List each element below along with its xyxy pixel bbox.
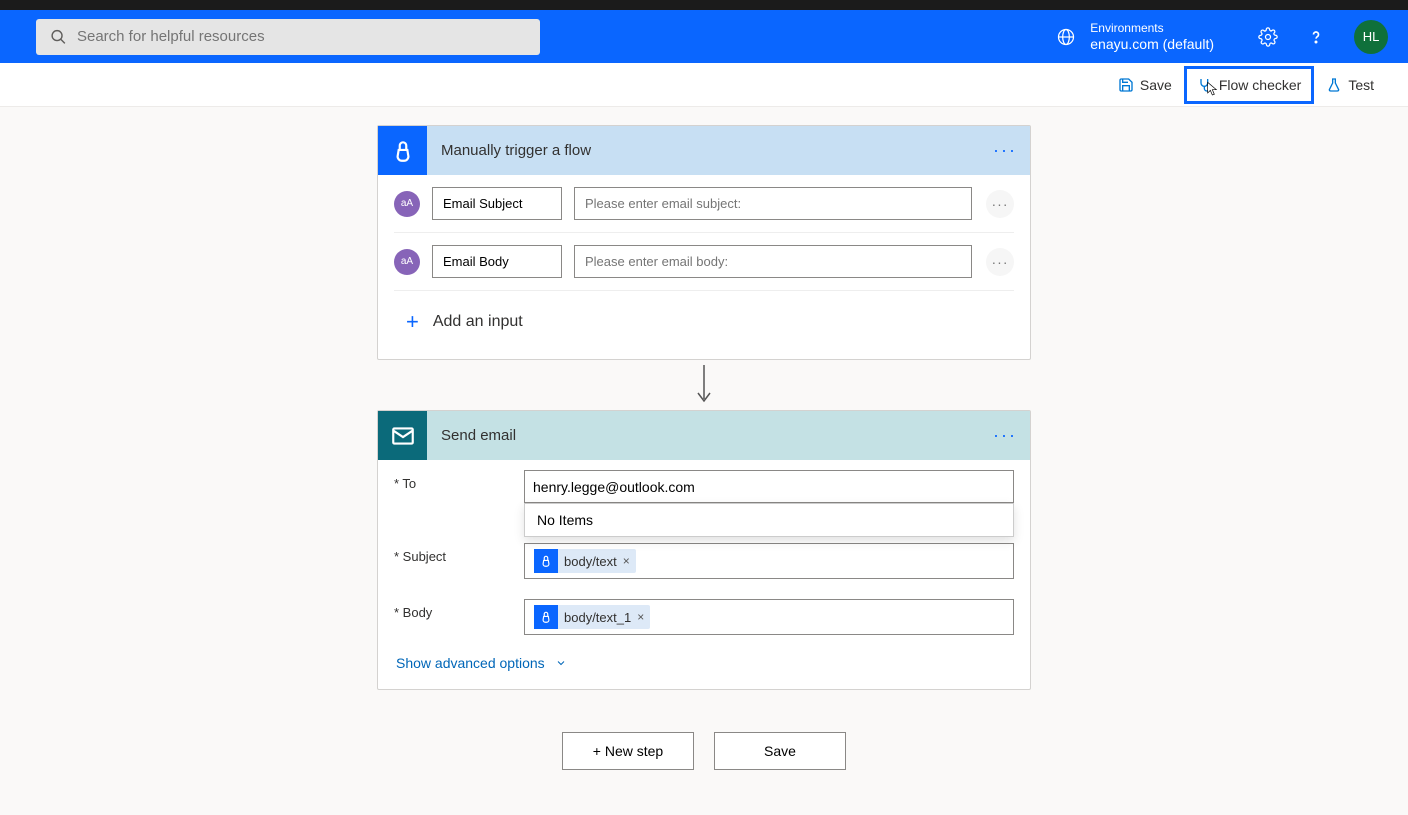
stethoscope-icon [1197, 77, 1213, 93]
plus-icon: + [406, 309, 419, 335]
token-text: body/text_1 [564, 610, 631, 625]
search-input[interactable] [77, 28, 526, 45]
save-icon [1118, 77, 1134, 93]
trigger-menu[interactable]: ··· [980, 140, 1030, 161]
footer-buttons: + New step Save [562, 732, 846, 770]
flow-checker-button[interactable]: Flow checker [1184, 66, 1314, 104]
search-box[interactable] [36, 19, 540, 55]
save-button-label: Save [1140, 77, 1172, 93]
test-button-label: Test [1348, 77, 1374, 93]
environment-name: enayu.com (default) [1090, 35, 1214, 53]
mail-icon [378, 411, 427, 460]
action-title: Send email [441, 427, 980, 444]
test-button[interactable]: Test [1314, 71, 1386, 99]
input-more-menu[interactable]: ··· [986, 248, 1014, 276]
action-card: Send email ··· * To No Items * Subject [377, 410, 1031, 690]
to-input-text[interactable] [533, 477, 1005, 497]
command-bar: Save Flow checker Test [0, 63, 1408, 107]
trigger-title: Manually trigger a flow [441, 142, 980, 159]
trigger-input-row: aA Email Body ··· [378, 233, 1030, 290]
input-placeholder-field[interactable] [574, 187, 972, 220]
trigger-icon [378, 126, 427, 175]
save-button[interactable]: Save [1106, 71, 1184, 99]
environment-icon[interactable] [1056, 27, 1076, 47]
flow-canvas: Manually trigger a flow ··· aA Email Sub… [0, 107, 1408, 770]
new-step-button[interactable]: + New step [562, 732, 694, 770]
search-icon [50, 28, 67, 46]
trigger-input-row: aA Email Subject ··· [378, 175, 1030, 232]
help-icon[interactable] [1306, 27, 1326, 47]
input-placeholder-field[interactable] [574, 245, 972, 278]
input-name-field[interactable]: Email Body [432, 245, 562, 278]
advanced-options-toggle[interactable]: Show advanced options [378, 645, 1030, 689]
input-name-field[interactable]: Email Subject [432, 187, 562, 220]
app-header: Environments enayu.com (default) HL [0, 10, 1408, 63]
body-input[interactable]: body/text_1 × [524, 599, 1014, 635]
action-header[interactable]: Send email ··· [378, 411, 1030, 460]
environment-selector[interactable]: Environments enayu.com (default) [1090, 21, 1214, 53]
save-flow-button[interactable]: Save [714, 732, 846, 770]
flask-icon [1326, 77, 1342, 93]
trigger-card: Manually trigger a flow ··· aA Email Sub… [377, 125, 1031, 360]
advanced-options-label: Show advanced options [396, 655, 545, 671]
token-text: body/text [564, 554, 617, 569]
dynamic-token[interactable]: body/text × [534, 549, 636, 573]
dynamic-token[interactable]: body/text_1 × [534, 605, 650, 629]
to-label: * To [394, 470, 524, 491]
settings-icon[interactable] [1258, 27, 1278, 47]
suggestion-dropdown[interactable]: No Items [524, 503, 1014, 537]
token-remove[interactable]: × [637, 610, 644, 624]
subject-label: * Subject [394, 543, 524, 564]
text-type-icon: aA [394, 191, 420, 217]
add-input-button[interactable]: + Add an input [378, 291, 1030, 359]
subject-input[interactable]: body/text × [524, 543, 1014, 579]
browser-chrome-strip [0, 0, 1408, 10]
token-remove[interactable]: × [623, 554, 630, 568]
to-field-row: * To No Items [378, 460, 1030, 513]
user-avatar[interactable]: HL [1354, 20, 1388, 54]
environment-label: Environments [1090, 21, 1214, 35]
token-icon [534, 605, 558, 629]
trigger-header[interactable]: Manually trigger a flow ··· [378, 126, 1030, 175]
body-field-row: * Body body/text_1 × [378, 589, 1030, 645]
add-input-label: Add an input [433, 313, 523, 331]
suggestion-text: No Items [537, 512, 593, 528]
connector-arrow[interactable] [694, 360, 714, 410]
subject-field-row: * Subject body/text × [378, 533, 1030, 589]
input-more-menu[interactable]: ··· [986, 190, 1014, 218]
token-icon [534, 549, 558, 573]
body-label: * Body [394, 599, 524, 620]
action-menu[interactable]: ··· [980, 425, 1030, 446]
chevron-down-icon [555, 657, 567, 669]
flow-checker-label: Flow checker [1219, 77, 1301, 93]
text-type-icon: aA [394, 249, 420, 275]
to-input[interactable] [524, 470, 1014, 503]
